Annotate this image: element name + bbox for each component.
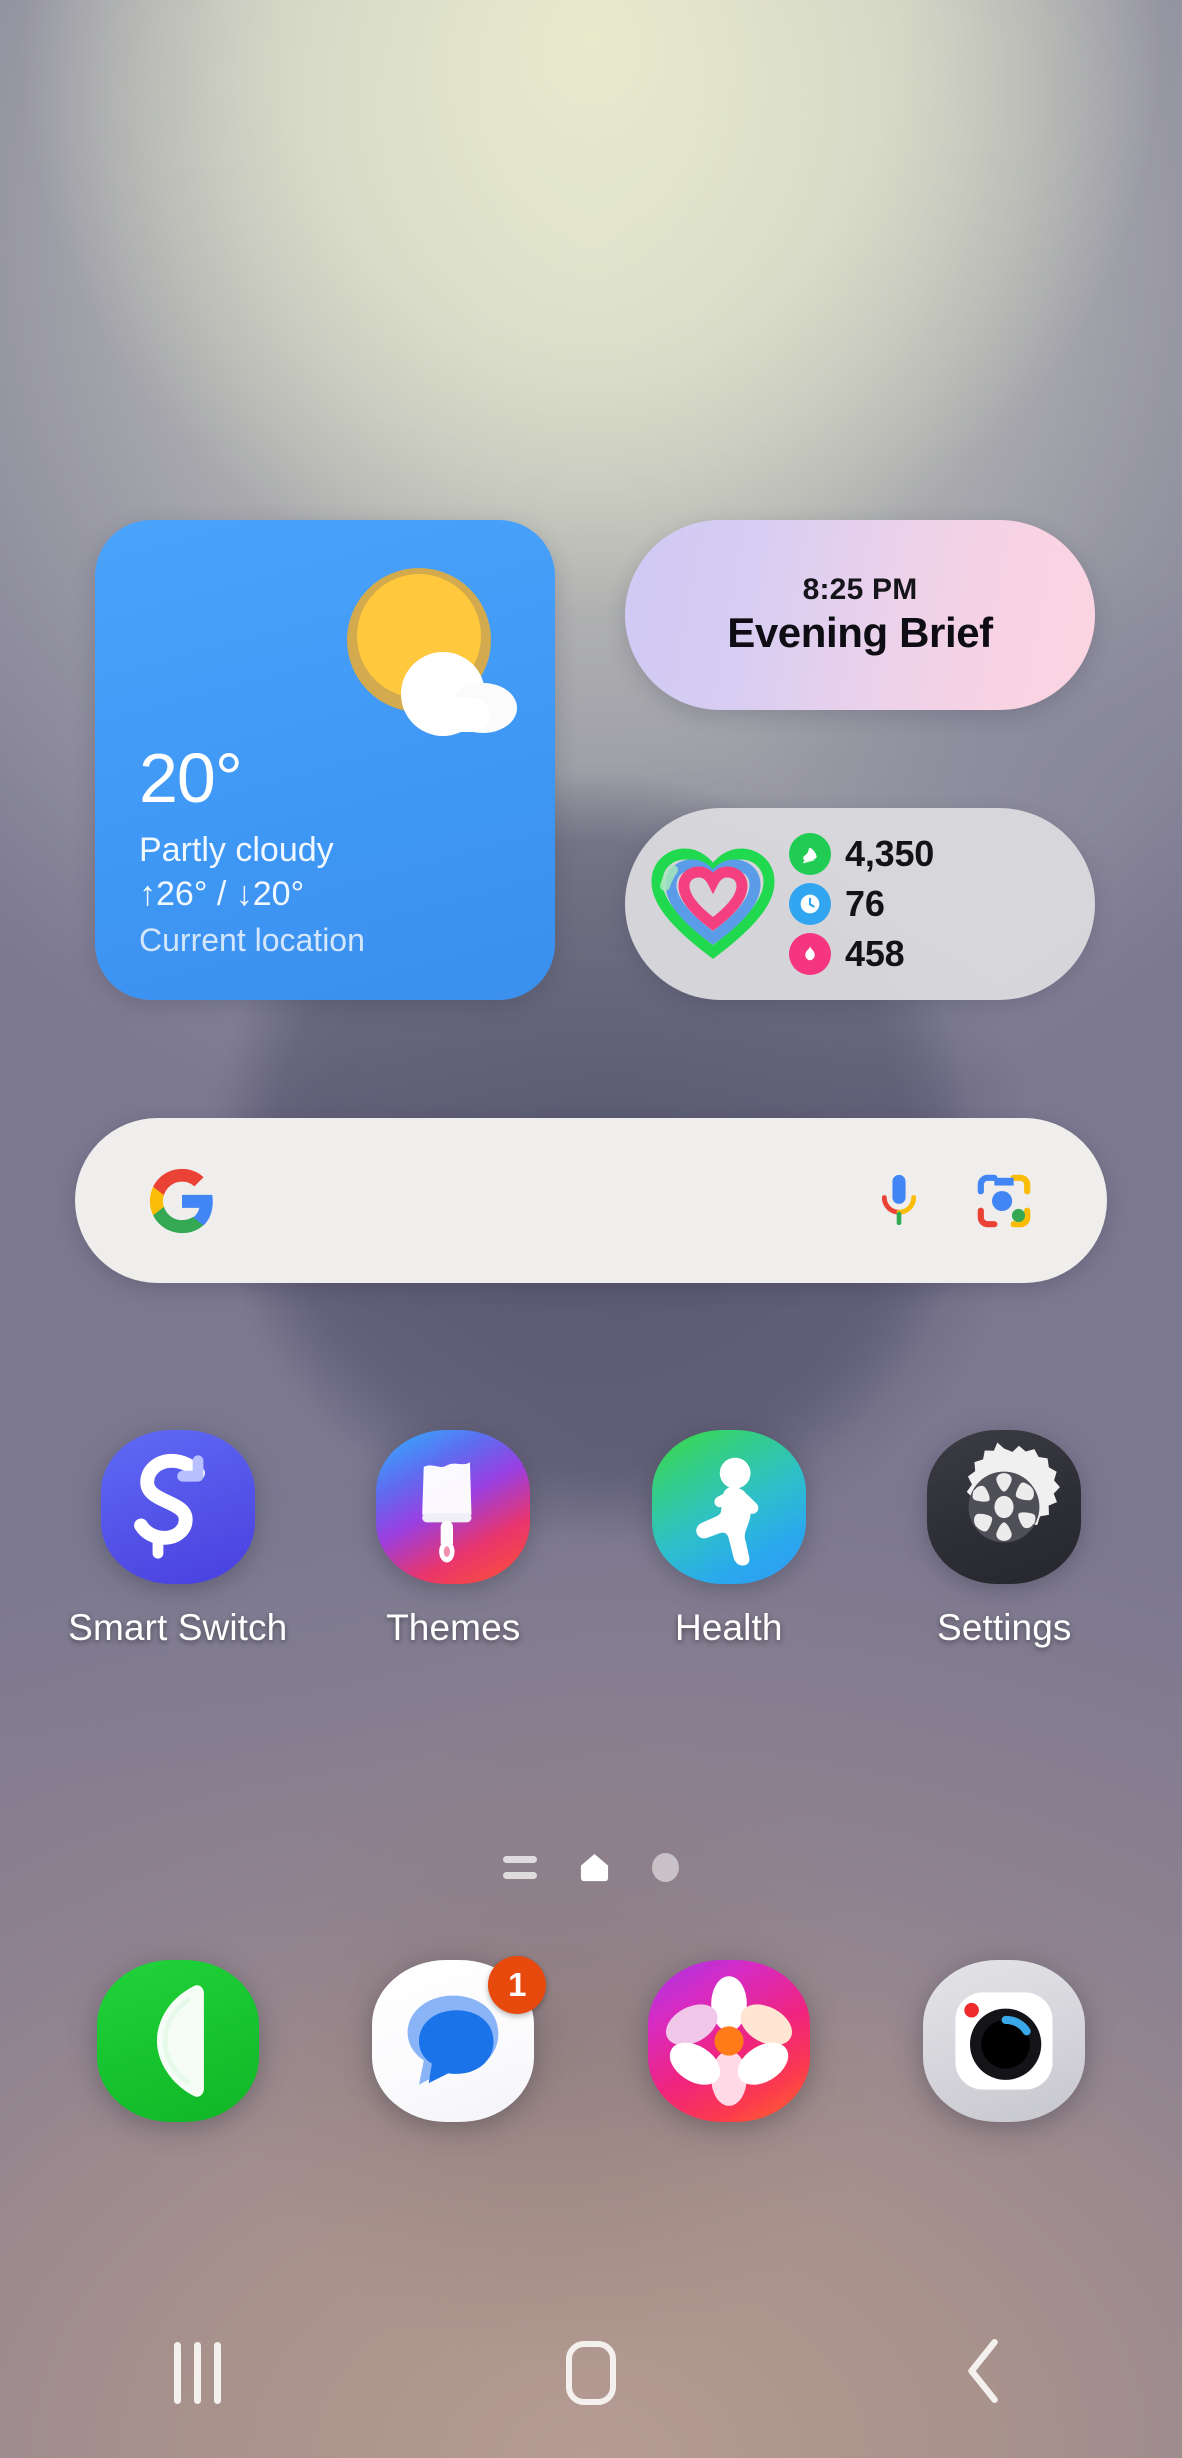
app-label-health: Health (674, 1607, 783, 1648)
messages-badge: 1 (488, 1956, 547, 2014)
active-time-clock-icon (789, 883, 831, 925)
health-stat-steps: 4,350 (789, 831, 934, 877)
brief-time: 8:25 PM (802, 573, 918, 606)
nav-recents-button[interactable] (0, 2288, 394, 2458)
dock-camera[interactable] (889, 1960, 1119, 2122)
health-widget[interactable]: 4,350 76 458 (625, 808, 1095, 1000)
health-stat-active-time: 76 (789, 881, 934, 927)
app-label-smart-switch: Smart Switch (68, 1607, 288, 1648)
themes-paintbrush-icon (376, 1430, 531, 1584)
health-stats-list: 4,350 76 458 (789, 831, 934, 977)
dock-phone[interactable] (63, 1960, 293, 2122)
dock: 1 (40, 1956, 1142, 2122)
google-lens-icon[interactable] (975, 1172, 1033, 1230)
settings-gear-icon (927, 1430, 1082, 1584)
nav-home-button[interactable] (394, 2288, 788, 2458)
back-chevron-icon (962, 2336, 1008, 2411)
steps-shoe-icon (789, 833, 831, 875)
home-screen: 20° Partly cloudy ↑26° / ↓20° Current lo… (0, 0, 1182, 2458)
microphone-icon[interactable] (875, 1172, 923, 1230)
app-settings[interactable]: Settings (889, 1430, 1119, 1650)
weather-location: Current location (139, 922, 365, 959)
app-health[interactable]: Health (614, 1430, 844, 1650)
weather-high-low: ↑26° / ↓20° (139, 874, 305, 913)
widget-area: 20° Partly cloudy ↑26° / ↓20° Current lo… (95, 520, 1095, 1000)
home-square-icon (566, 2341, 616, 2405)
app-label-settings: Settings (937, 1607, 1072, 1648)
app-list-lines-icon[interactable] (503, 1856, 537, 1879)
health-stat-calories: 458 (789, 931, 934, 977)
sun-behind-cloud-icon (347, 568, 517, 736)
app-grid: Smart Switch Themes Health Settings (40, 1430, 1142, 1650)
google-g-icon (149, 1168, 213, 1233)
phone-handset-icon (96, 1960, 259, 2122)
weather-text-block: 20° Partly cloudy ↑26° / ↓20° Current lo… (139, 743, 365, 962)
dock-messages[interactable]: 1 (338, 1956, 568, 2122)
page-dot-icon[interactable] (652, 1853, 679, 1882)
calories-flame-icon (789, 933, 831, 975)
app-label-themes: Themes (386, 1607, 521, 1648)
search-input[interactable] (217, 1118, 875, 1283)
google-search-bar[interactable] (75, 1118, 1107, 1283)
steps-value: 4,350 (845, 833, 935, 874)
evening-brief-widget[interactable]: 8:25 PM Evening Brief (625, 520, 1095, 710)
calories-value: 458 (845, 933, 905, 974)
weather-temperature: 20° (139, 739, 243, 818)
dock-gallery[interactable] (614, 1960, 844, 2122)
home-pentagon-icon[interactable] (579, 1852, 610, 1883)
smart-switch-icon (100, 1430, 255, 1584)
weather-widget[interactable]: 20° Partly cloudy ↑26° / ↓20° Current lo… (95, 520, 555, 1000)
heart-activity-rings-icon (651, 848, 775, 959)
recents-icon (173, 2342, 221, 2404)
camera-lens-icon (923, 1960, 1086, 2122)
app-smart-switch[interactable]: Smart Switch (63, 1430, 293, 1650)
samsung-health-runner-icon (651, 1430, 806, 1584)
weather-condition: Partly cloudy (139, 831, 334, 870)
brief-title: Evening Brief (727, 609, 993, 656)
gallery-flower-icon (647, 1960, 810, 2122)
navigation-bar (0, 2288, 1182, 2458)
page-indicator (0, 1852, 1182, 1883)
active-time-value: 76 (845, 883, 885, 924)
nav-back-button[interactable] (788, 2288, 1182, 2458)
app-themes[interactable]: Themes (338, 1430, 568, 1650)
